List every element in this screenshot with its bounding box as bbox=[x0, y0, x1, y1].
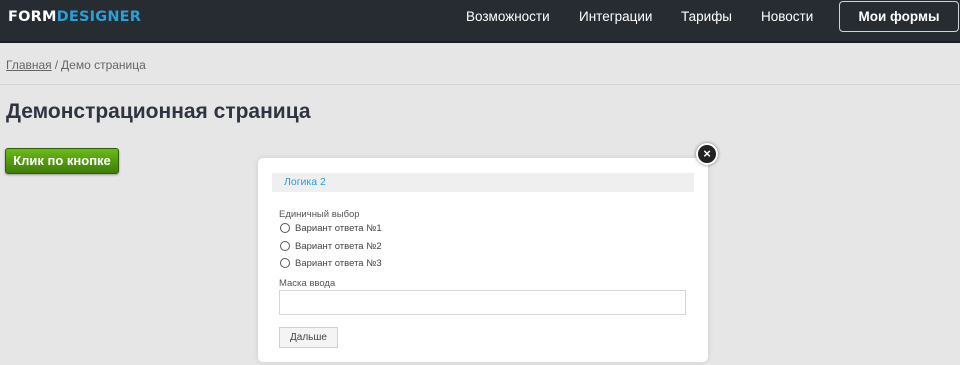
radio-circle-icon[interactable] bbox=[280, 223, 290, 233]
breadcrumb-home-link[interactable]: Главная bbox=[6, 58, 52, 72]
single-choice-label: Единичный выбор bbox=[279, 209, 360, 220]
breadcrumb-separator: / bbox=[54, 58, 59, 72]
mask-input-label: Маска ввода bbox=[279, 278, 336, 289]
section-title: Логика 2 bbox=[284, 176, 326, 188]
nav-link-pricing[interactable]: Тарифы bbox=[681, 0, 732, 34]
breadcrumb-bar: Главная / Демо страница bbox=[0, 45, 960, 85]
my-forms-button[interactable]: Мои формы bbox=[839, 1, 959, 32]
next-button[interactable]: Дальше bbox=[279, 327, 338, 348]
close-icon[interactable]: × bbox=[696, 143, 718, 165]
radio-circle-icon[interactable] bbox=[280, 258, 290, 268]
radio-option-label[interactable]: Вариант ответа №3 bbox=[295, 258, 382, 269]
nav-link-news[interactable]: Новости bbox=[761, 0, 813, 34]
nav-link-features[interactable]: Возможности bbox=[466, 0, 550, 34]
breadcrumb: Главная / Демо страница bbox=[6, 58, 146, 72]
form-modal: Логика 2 Единичный выбор Вариант ответа … bbox=[258, 158, 708, 362]
page-title: Демонстрационная страница bbox=[6, 100, 311, 123]
logo-text-form: FORM bbox=[8, 9, 57, 25]
breadcrumb-current: Демо страница bbox=[61, 58, 146, 72]
mask-input-field[interactable] bbox=[279, 290, 686, 315]
radio-option-label[interactable]: Вариант ответа №1 bbox=[295, 223, 382, 234]
top-navbar: FORMDESIGNER Возможности Интеграции Тари… bbox=[0, 0, 960, 43]
logo-text-designer: DESIGNER bbox=[56, 9, 142, 25]
nav-link-integrations[interactable]: Интеграции bbox=[579, 0, 652, 34]
radio-option-label[interactable]: Вариант ответа №2 bbox=[295, 241, 382, 252]
demo-click-button[interactable]: Клик по кнопке bbox=[5, 148, 119, 174]
logo[interactable]: FORMDESIGNER bbox=[8, 9, 141, 25]
section-header: Логика 2 bbox=[272, 173, 694, 192]
radio-circle-icon[interactable] bbox=[280, 241, 290, 251]
